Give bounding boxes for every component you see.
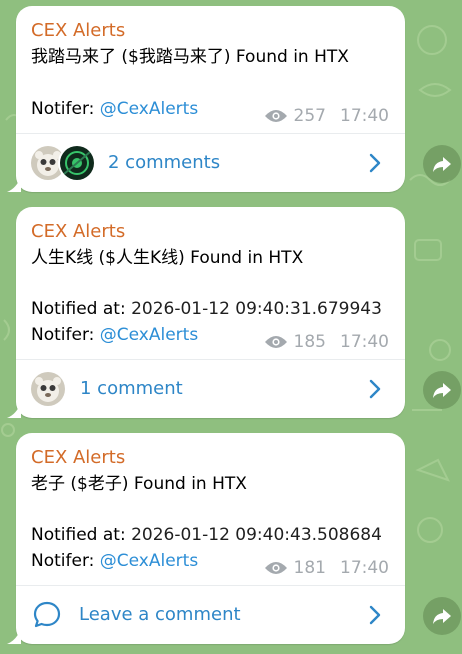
channel-post-3: CEX Alerts 老子 ($老子) Found in HTX Notifie…: [7, 433, 405, 644]
post-meta: 185 17:40: [264, 331, 389, 353]
share-arrow-icon: [433, 383, 451, 398]
notified-at-line: Notified at: 2026-01-12 09:40:31.679943: [31, 298, 382, 320]
commenter-avatar: [60, 146, 94, 180]
comments-label[interactable]: 2 comments: [108, 152, 220, 174]
notifier-line: Notifer: @CexAlerts: [31, 98, 198, 120]
comments-label[interactable]: Leave a comment: [79, 604, 241, 626]
views-eye-icon: [264, 336, 287, 348]
share-button[interactable]: [423, 145, 461, 183]
sender-name[interactable]: CEX Alerts: [31, 221, 125, 243]
chevron-right-icon: [369, 379, 381, 399]
post-time: 17:40: [340, 558, 389, 578]
views-count: 185: [293, 332, 326, 352]
post-time: 17:40: [340, 106, 389, 126]
notified-at-line: Notified at: 2026-01-12 09:40:43.508684: [31, 524, 382, 546]
sender-name[interactable]: CEX Alerts: [31, 447, 125, 469]
views-eye-icon: [264, 562, 287, 574]
notifier-line: Notifer: @CexAlerts: [31, 324, 198, 346]
post-time: 17:40: [340, 332, 389, 352]
notifier-link[interactable]: @CexAlerts: [100, 551, 198, 571]
post-meta: 257 17:40: [264, 105, 389, 127]
notifier-label: Notifer:: [31, 551, 95, 571]
comment-bubble-icon: [33, 601, 61, 628]
channel-post-1: CEX Alerts 我踏马来了 ($我踏马来了) Found in HTX N…: [7, 6, 405, 192]
views-eye-icon: [264, 110, 287, 122]
commenter-avatar: [31, 372, 65, 406]
chevron-right-icon: [369, 605, 381, 625]
notifier-line: Notifer: @CexAlerts: [31, 550, 198, 572]
notifier-link[interactable]: @CexAlerts: [100, 325, 198, 345]
leave-comment-button[interactable]: Leave a comment: [16, 586, 405, 644]
chevron-right-icon: [369, 153, 381, 173]
notified-at-value: 2026-01-12 09:40:43.508684: [131, 525, 382, 545]
share-arrow-icon: [433, 157, 451, 172]
post-meta: 181 17:40: [264, 557, 389, 579]
notifier-label: Notifer:: [31, 325, 95, 345]
comments-button[interactable]: 2 comments: [16, 134, 405, 192]
views-count: 257: [293, 106, 326, 126]
share-button[interactable]: [423, 371, 461, 409]
notified-at-label: Notified at:: [31, 299, 126, 319]
notified-at-value: 2026-01-12 09:40:31.679943: [131, 299, 382, 319]
notifier-link[interactable]: @CexAlerts: [100, 99, 198, 119]
channel-post-2: CEX Alerts 人生K线 ($人生K线) Found in HTX Not…: [7, 207, 405, 418]
share-arrow-icon: [433, 609, 451, 624]
notified-at-label: Notified at:: [31, 525, 126, 545]
notifier-label: Notifer:: [31, 99, 95, 119]
share-button[interactable]: [423, 597, 461, 635]
sender-name[interactable]: CEX Alerts: [31, 20, 125, 42]
post-title: 我踏马来了 ($我踏马来了) Found in HTX: [31, 47, 349, 67]
post-title: 人生K线 ($人生K线) Found in HTX: [31, 248, 304, 268]
comments-label[interactable]: 1 comment: [80, 378, 183, 400]
views-count: 181: [293, 558, 326, 578]
comments-button[interactable]: 1 comment: [16, 360, 405, 418]
post-title: 老子 ($老子) Found in HTX: [31, 474, 247, 494]
